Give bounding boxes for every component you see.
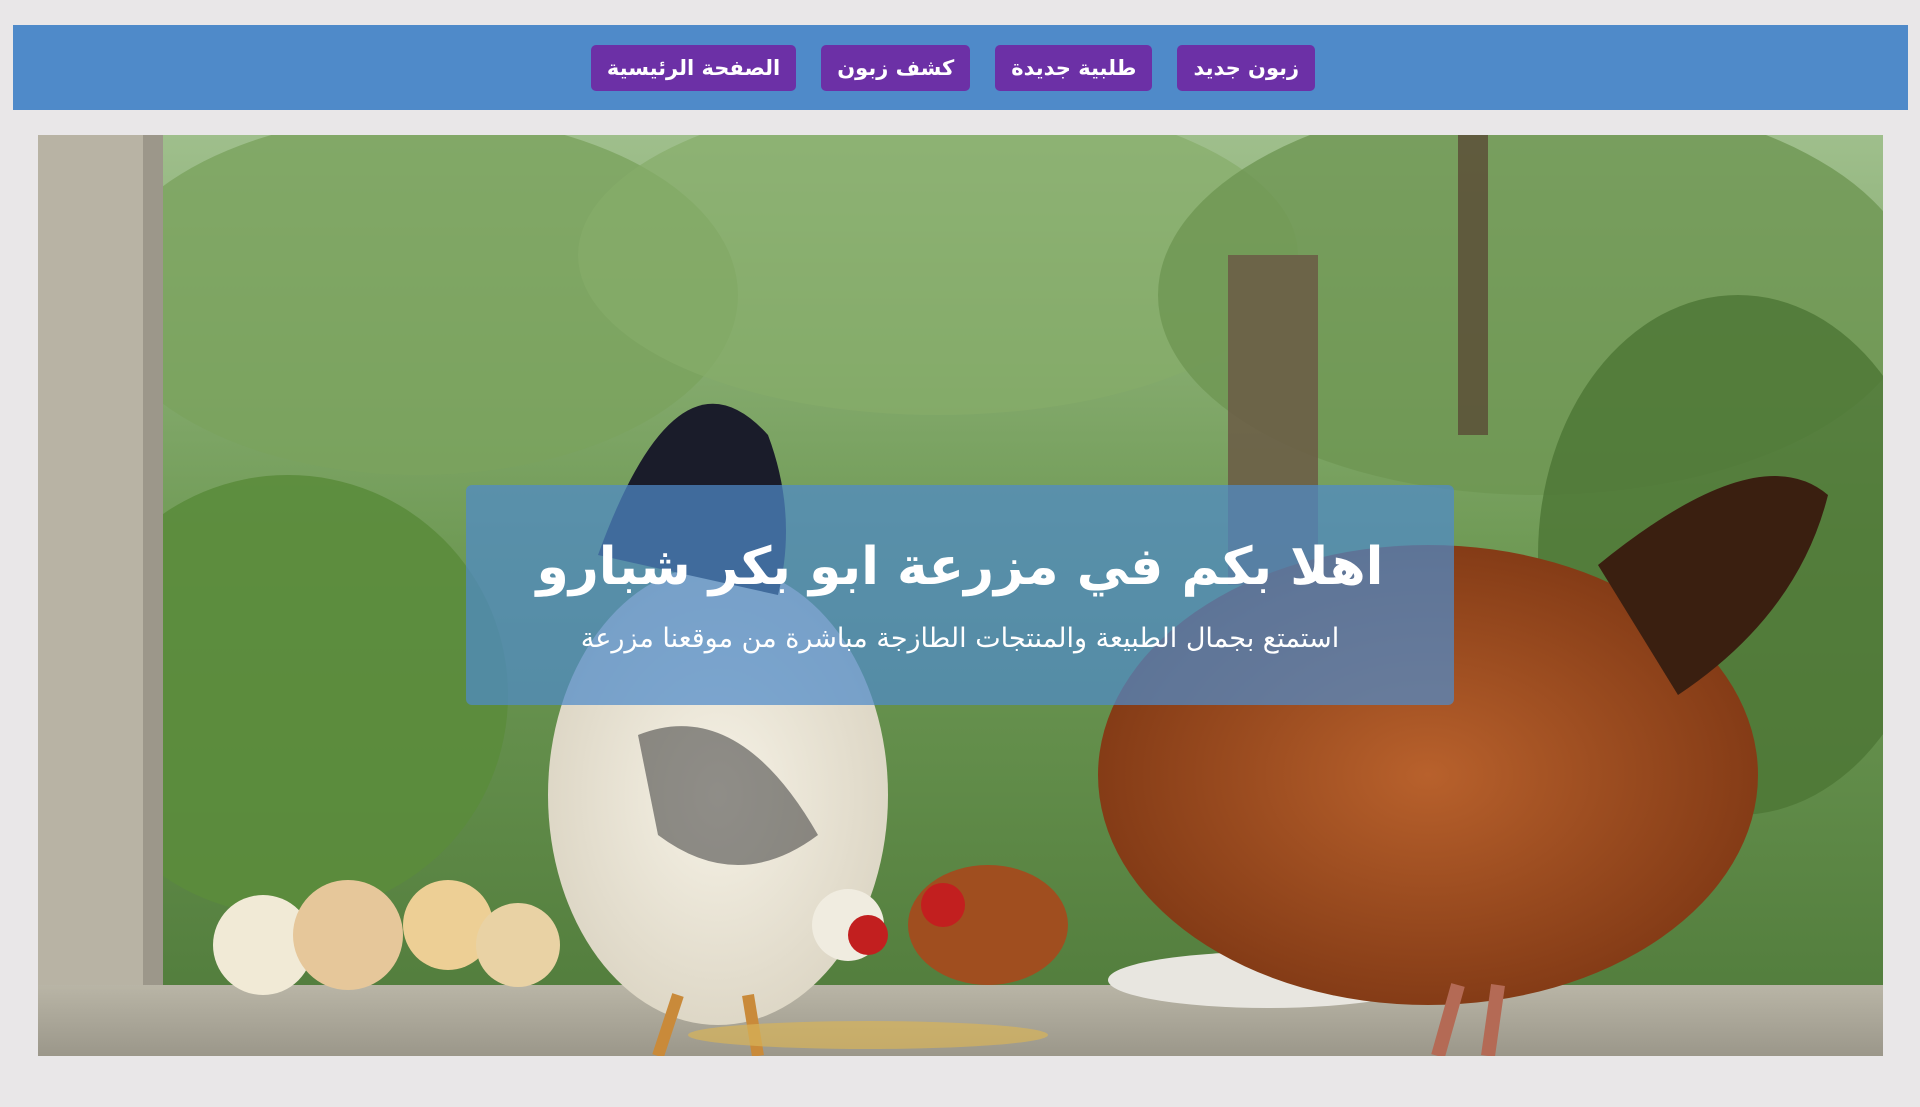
top-navbar: زبون جديد طلبية جديدة كشف زبون الصفحة ال… bbox=[13, 25, 1908, 110]
hero-section: اهلا بكم في مزرعة ابو بكر شبارو استمتع ب… bbox=[38, 135, 1883, 1056]
nav-button-list: زبون جديد طلبية جديدة كشف زبون الصفحة ال… bbox=[590, 44, 1316, 91]
welcome-title: اهلا بكم في مزرعة ابو بكر شبارو bbox=[536, 536, 1384, 597]
new-order-button[interactable]: طلبية جديدة bbox=[995, 44, 1153, 91]
customer-statement-button[interactable]: كشف زبون bbox=[821, 44, 971, 91]
welcome-subtitle: استمتع بجمال الطبيعة والمنتجات الطازجة م… bbox=[580, 622, 1340, 654]
new-customer-button[interactable]: زبون جديد bbox=[1177, 44, 1316, 91]
welcome-banner: اهلا بكم في مزرعة ابو بكر شبارو استمتع ب… bbox=[466, 485, 1454, 705]
home-page-button[interactable]: الصفحة الرئيسية bbox=[590, 44, 797, 91]
